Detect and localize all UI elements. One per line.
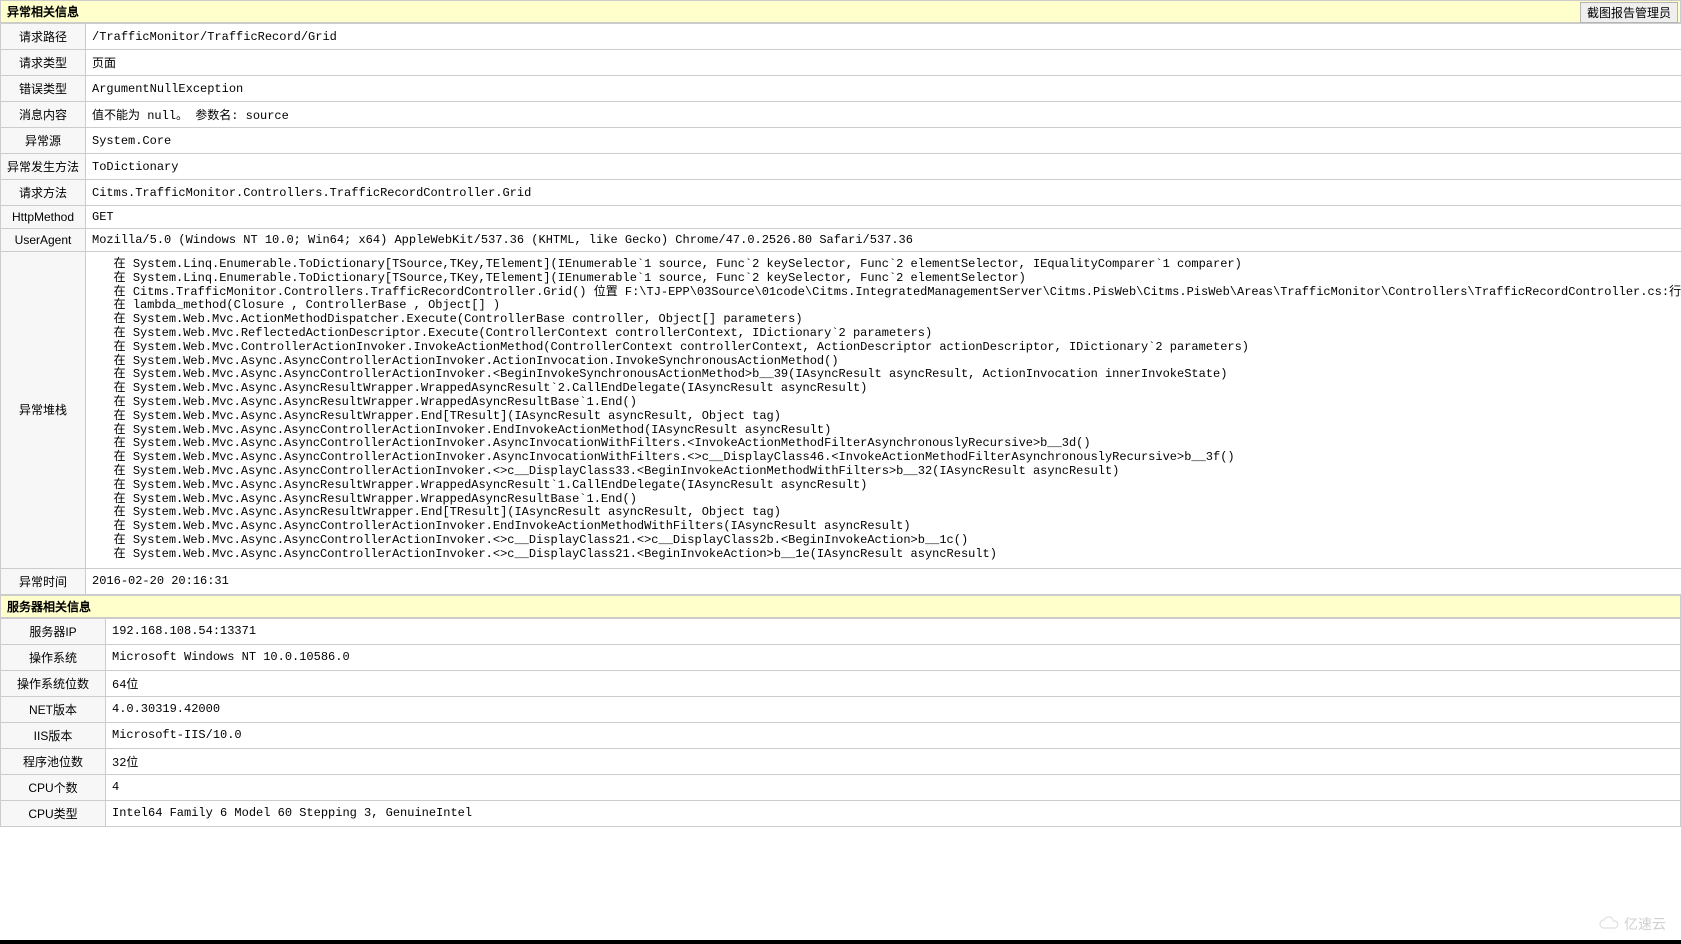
table-row: 异常源 System.Core [1, 128, 1681, 154]
watermark: 亿速云 [1598, 914, 1666, 934]
request-path-value: /TrafficMonitor/TrafficRecord/Grid [86, 24, 1681, 50]
user-agent-value: Mozilla/5.0 (Windows NT 10.0; Win64; x64… [86, 229, 1681, 252]
net-value: 4.0.30319.42000 [106, 696, 1681, 722]
error-type-label: 错误类型 [1, 76, 86, 102]
pool-bits-value: 32位 [106, 748, 1681, 774]
table-row: CPU类型 Intel64 Family 6 Model 60 Stepping… [1, 800, 1681, 826]
server-table: 服务器IP 192.168.108.54:13371 操作系统 Microsof… [0, 618, 1681, 827]
error-type-value: ArgumentNullException [86, 76, 1681, 102]
exception-table: 请求路径 /TrafficMonitor/TrafficRecord/Grid … [0, 23, 1681, 595]
iis-label: IIS版本 [1, 722, 106, 748]
table-row: 服务器IP 192.168.108.54:13371 [1, 618, 1681, 644]
exception-section-title: 异常相关信息 [7, 5, 79, 19]
time-label: 异常时间 [1, 568, 86, 594]
screenshot-report-button[interactable]: 截图报告管理员 [1580, 2, 1678, 23]
http-method-label: HttpMethod [1, 206, 86, 229]
server-ip-label: 服务器IP [1, 618, 106, 644]
cpu-count-value: 4 [106, 774, 1681, 800]
os-bits-value: 64位 [106, 670, 1681, 696]
message-label: 消息内容 [1, 102, 86, 128]
request-path-label: 请求路径 [1, 24, 86, 50]
table-row: 请求路径 /TrafficMonitor/TrafficRecord/Grid [1, 24, 1681, 50]
table-row: 错误类型 ArgumentNullException [1, 76, 1681, 102]
table-row: 操作系统位数 64位 [1, 670, 1681, 696]
table-row: 请求类型 页面 [1, 50, 1681, 76]
exception-section-header: 异常相关信息 截图报告管理员 [0, 0, 1681, 23]
table-row: IIS版本 Microsoft-IIS/10.0 [1, 722, 1681, 748]
bottom-bar [0, 940, 1681, 944]
table-row: HttpMethod GET [1, 206, 1681, 229]
os-label: 操作系统 [1, 644, 106, 670]
cpu-type-label: CPU类型 [1, 800, 106, 826]
message-value: 值不能为 null。 参数名: source [86, 102, 1681, 128]
table-row: 程序池位数 32位 [1, 748, 1681, 774]
stack-value: 在 System.Linq.Enumerable.ToDictionary[TS… [86, 252, 1681, 569]
server-section-header: 服务器相关信息 [0, 595, 1681, 618]
watermark-text: 亿速云 [1624, 914, 1666, 934]
method-label: 异常发生方法 [1, 154, 86, 180]
table-row: 异常时间 2016-02-20 20:16:31 [1, 568, 1681, 594]
request-method-value: Citms.TrafficMonitor.Controllers.Traffic… [86, 180, 1681, 206]
time-value: 2016-02-20 20:16:31 [86, 568, 1681, 594]
user-agent-label: UserAgent [1, 229, 86, 252]
pool-bits-label: 程序池位数 [1, 748, 106, 774]
stack-label: 异常堆栈 [1, 252, 86, 569]
table-row: 操作系统 Microsoft Windows NT 10.0.10586.0 [1, 644, 1681, 670]
table-row: UserAgent Mozilla/5.0 (Windows NT 10.0; … [1, 229, 1681, 252]
cloud-icon [1598, 916, 1620, 933]
os-value: Microsoft Windows NT 10.0.10586.0 [106, 644, 1681, 670]
server-ip-value: 192.168.108.54:13371 [106, 618, 1681, 644]
cpu-count-label: CPU个数 [1, 774, 106, 800]
cpu-type-value: Intel64 Family 6 Model 60 Stepping 3, Ge… [106, 800, 1681, 826]
request-method-label: 请求方法 [1, 180, 86, 206]
method-value: ToDictionary [86, 154, 1681, 180]
table-row: 异常发生方法 ToDictionary [1, 154, 1681, 180]
net-label: NET版本 [1, 696, 106, 722]
os-bits-label: 操作系统位数 [1, 670, 106, 696]
http-method-value: GET [86, 206, 1681, 229]
table-row: 异常堆栈 在 System.Linq.Enumerable.ToDictiona… [1, 252, 1681, 569]
source-label: 异常源 [1, 128, 86, 154]
request-type-label: 请求类型 [1, 50, 86, 76]
table-row: 消息内容 值不能为 null。 参数名: source [1, 102, 1681, 128]
server-section-title: 服务器相关信息 [7, 600, 91, 614]
source-value: System.Core [86, 128, 1681, 154]
table-row: NET版本 4.0.30319.42000 [1, 696, 1681, 722]
table-row: 请求方法 Citms.TrafficMonitor.Controllers.Tr… [1, 180, 1681, 206]
table-row: CPU个数 4 [1, 774, 1681, 800]
request-type-value: 页面 [86, 50, 1681, 76]
iis-value: Microsoft-IIS/10.0 [106, 722, 1681, 748]
